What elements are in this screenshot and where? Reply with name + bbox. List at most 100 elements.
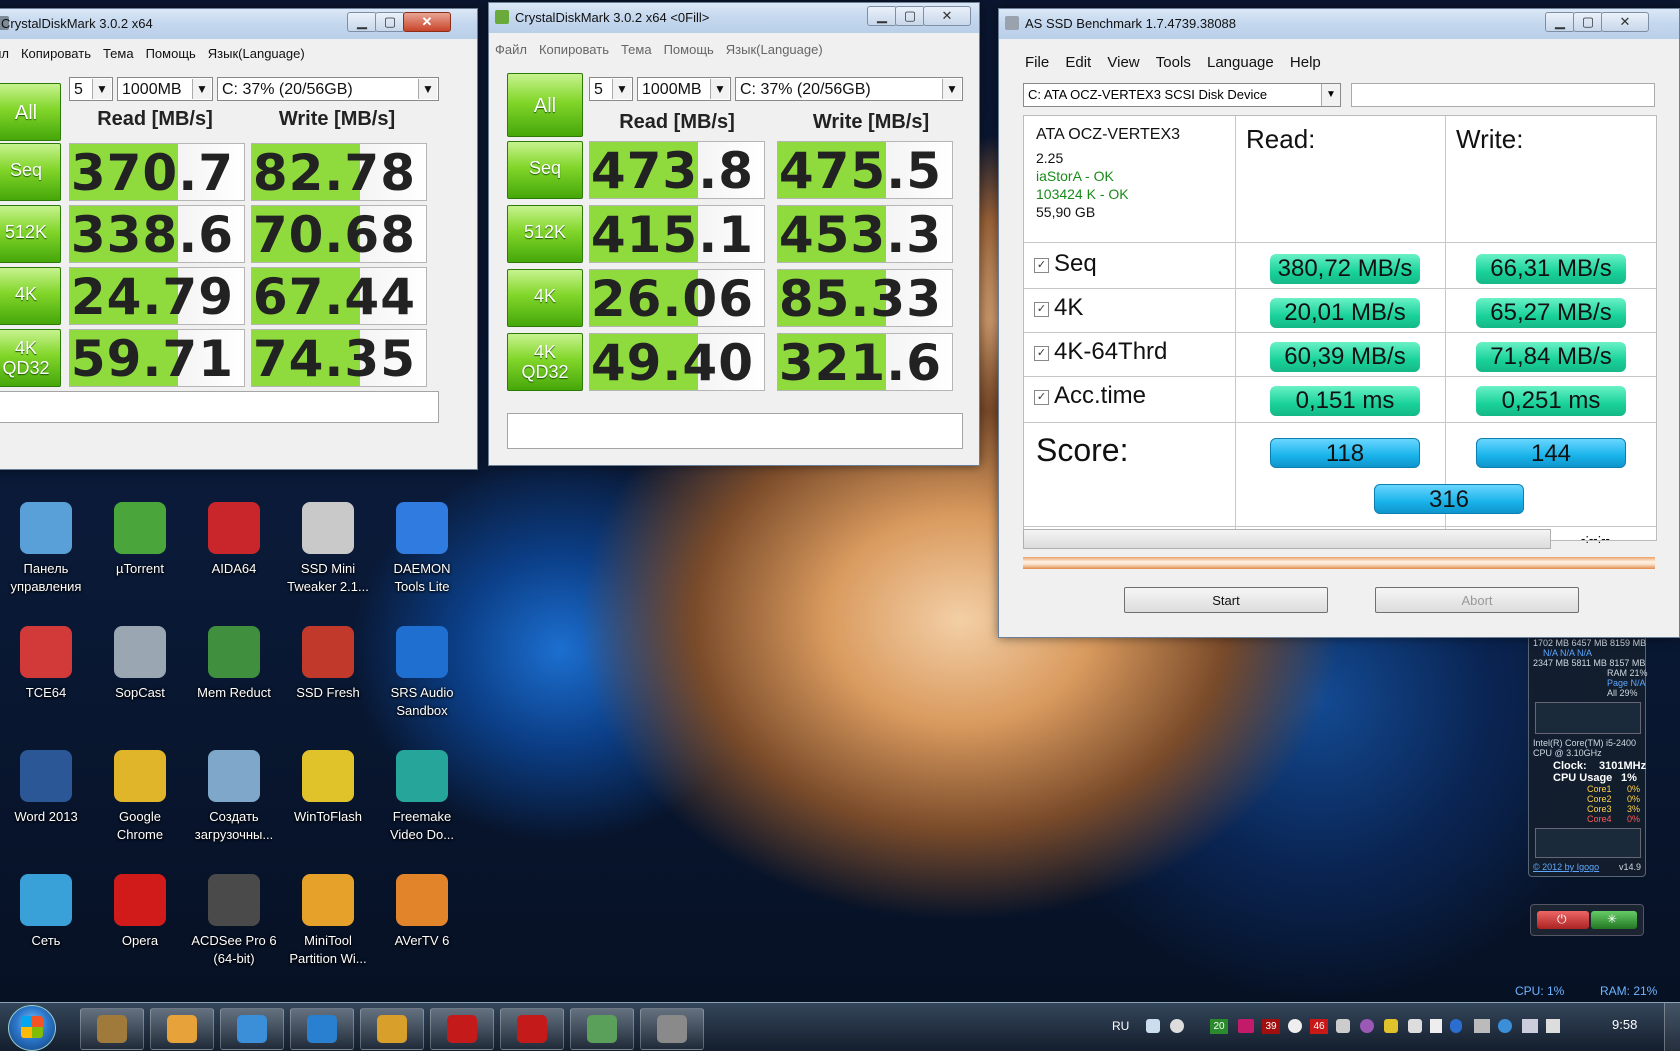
menu-theme[interactable]: Тема	[615, 39, 658, 60]
desktop-icon[interactable]: Создать загрузочны...	[190, 750, 278, 844]
comment-field[interactable]	[507, 413, 963, 449]
run-512k-button[interactable]: 512K	[0, 205, 61, 263]
taskbar-app-button[interactable]	[500, 1008, 564, 1050]
tray-icon[interactable]	[1336, 1019, 1350, 1033]
bluetooth-icon[interactable]	[1450, 1019, 1462, 1033]
desktop-icon[interactable]: AVerTV 6	[378, 874, 466, 950]
taskbar-app-button[interactable]	[360, 1008, 424, 1050]
run-4k-button[interactable]: 4K	[0, 267, 61, 325]
desktop-icon[interactable]: SSD Fresh	[284, 626, 372, 702]
minimize-button[interactable]: ▁	[867, 6, 897, 26]
menu-edit[interactable]: Edit	[1059, 51, 1097, 74]
taskbar-app-button[interactable]	[150, 1008, 214, 1050]
gadget-credit[interactable]: © 2012 by Igogo	[1533, 862, 1599, 872]
close-button[interactable]: ✕	[923, 6, 971, 26]
show-desktop-button[interactable]	[1664, 1003, 1680, 1051]
minimize-button[interactable]: ▁	[347, 12, 377, 32]
menu-file[interactable]: Файл	[489, 39, 533, 60]
desktop-icon[interactable]: AIDA64	[190, 502, 278, 578]
menu-language[interactable]: Language	[1201, 51, 1280, 74]
sync-icon[interactable]	[1498, 1019, 1512, 1033]
restart-button[interactable]: ✳	[1591, 911, 1637, 929]
tray-icon[interactable]	[1238, 1019, 1254, 1033]
desktop-icon[interactable]: SRS Audio Sandbox	[378, 626, 466, 720]
menu-view[interactable]: View	[1101, 51, 1145, 74]
run-seq-button[interactable]: Seq	[0, 143, 61, 201]
desktop-icon[interactable]: TCE64	[2, 626, 90, 702]
language-indicator[interactable]: RU	[1112, 1019, 1129, 1033]
desktop-icon[interactable]: Google Chrome	[96, 750, 184, 844]
close-button[interactable]: ✕	[1601, 12, 1649, 32]
minimize-button[interactable]: ▁	[1545, 12, 1575, 32]
taskbar-app-button[interactable]	[290, 1008, 354, 1050]
cdm-left-titlebar[interactable]: CrystalDiskMark 3.0.2 x64 ▁ ▢ ✕	[0, 9, 477, 39]
maximize-button[interactable]: ▢	[375, 12, 405, 32]
menu-help[interactable]: Помощь	[658, 39, 720, 60]
taskbar-app-button[interactable]	[80, 1008, 144, 1050]
run-4k-button[interactable]: 4K	[507, 269, 583, 327]
asssd-titlebar[interactable]: AS SSD Benchmark 1.7.4739.38088 ▁ ▢ ✕	[999, 9, 1679, 39]
menu-file[interactable]: Файл	[0, 43, 15, 64]
desktop-icon[interactable]: SopCast	[96, 626, 184, 702]
desktop-icon[interactable]: Mem Reduct	[190, 626, 278, 702]
desktop-icon[interactable]: Freemake Video Do...	[378, 750, 466, 844]
desktop-icon[interactable]: MiniTool Partition Wi...	[284, 874, 372, 968]
close-button[interactable]: ✕	[403, 12, 451, 32]
menu-tools[interactable]: Tools	[1150, 51, 1197, 74]
row-checkbox[interactable]: ✓	[1034, 258, 1049, 273]
menu-theme[interactable]: Тема	[97, 43, 140, 64]
volume-icon[interactable]	[1546, 1019, 1560, 1033]
flag-icon[interactable]	[1430, 1019, 1442, 1033]
run-4k-qd32-button[interactable]: 4K QD32	[507, 333, 583, 391]
run-512k-button[interactable]: 512K	[507, 205, 583, 263]
start-orb[interactable]	[8, 1005, 56, 1051]
taskbar-app-button[interactable]	[640, 1008, 704, 1050]
network-icon[interactable]	[1474, 1019, 1490, 1033]
size-select[interactable]: 1000MB ▼	[637, 77, 731, 101]
menu-language[interactable]: Язык(Language)	[202, 43, 311, 64]
run-all-button[interactable]: All	[507, 73, 583, 137]
tray-icon[interactable]	[1288, 1019, 1302, 1033]
desktop-icon[interactable]: Opera	[96, 874, 184, 950]
desktop-icon[interactable]: WinToFlash	[284, 750, 372, 826]
tray-icon[interactable]	[1360, 1019, 1374, 1033]
menu-language[interactable]: Язык(Language)	[720, 39, 829, 60]
network-status-icon[interactable]	[1522, 1019, 1538, 1033]
runs-select[interactable]: 5 ▼	[589, 77, 633, 101]
run-seq-button[interactable]: Seq	[507, 141, 583, 199]
clock[interactable]: 9:58	[1612, 1017, 1637, 1032]
row-checkbox[interactable]: ✓	[1034, 390, 1049, 405]
row-checkbox[interactable]: ✓	[1034, 302, 1049, 317]
run-4k-qd32-button[interactable]: 4K QD32	[0, 329, 61, 387]
device-select[interactable]: C: ATA OCZ-VERTEX3 SCSI Disk Device ▼	[1023, 83, 1341, 107]
run-all-button[interactable]: All	[0, 83, 61, 141]
desktop-icon[interactable]: SSD Mini Tweaker 2.1...	[284, 502, 372, 596]
menu-help[interactable]: Помощь	[140, 43, 202, 64]
tray-icon[interactable]	[1146, 1019, 1160, 1033]
runs-select[interactable]: 5 ▼	[69, 77, 113, 101]
taskbar-app-button[interactable]	[220, 1008, 284, 1050]
taskbar-app-button[interactable]	[430, 1008, 494, 1050]
taskbar-app-button[interactable]	[570, 1008, 634, 1050]
size-select[interactable]: 1000MB ▼	[117, 77, 213, 101]
menu-help[interactable]: Help	[1284, 51, 1327, 74]
cdm-right-titlebar[interactable]: CrystalDiskMark 3.0.2 x64 <0Fill> ▁ ▢ ✕	[489, 3, 979, 33]
drive-select[interactable]: C: 37% (20/56GB) ▼	[735, 77, 963, 101]
tray-icon[interactable]	[1384, 1019, 1398, 1033]
tray-badge[interactable]: 39	[1262, 1019, 1280, 1034]
tray-icon[interactable]	[1170, 1019, 1184, 1033]
desktop-icon[interactable]: µTorrent	[96, 502, 184, 578]
drive-select[interactable]: C: 37% (20/56GB) ▼	[217, 77, 439, 101]
row-checkbox[interactable]: ✓	[1034, 346, 1049, 361]
menu-copy[interactable]: Копировать	[15, 43, 97, 64]
maximize-button[interactable]: ▢	[1573, 12, 1603, 32]
desktop-icon[interactable]: Панель управления	[2, 502, 90, 596]
menu-copy[interactable]: Копировать	[533, 39, 615, 60]
shutdown-button[interactable]: ⏻	[1537, 911, 1589, 929]
tray-icon[interactable]	[1408, 1019, 1422, 1033]
menu-file[interactable]: File	[1019, 51, 1055, 74]
comment-field[interactable]	[0, 391, 439, 423]
abort-button[interactable]: Abort	[1375, 587, 1579, 613]
desktop-icon[interactable]: DAEMON Tools Lite	[378, 502, 466, 596]
tray-badge[interactable]: 20	[1210, 1019, 1228, 1034]
